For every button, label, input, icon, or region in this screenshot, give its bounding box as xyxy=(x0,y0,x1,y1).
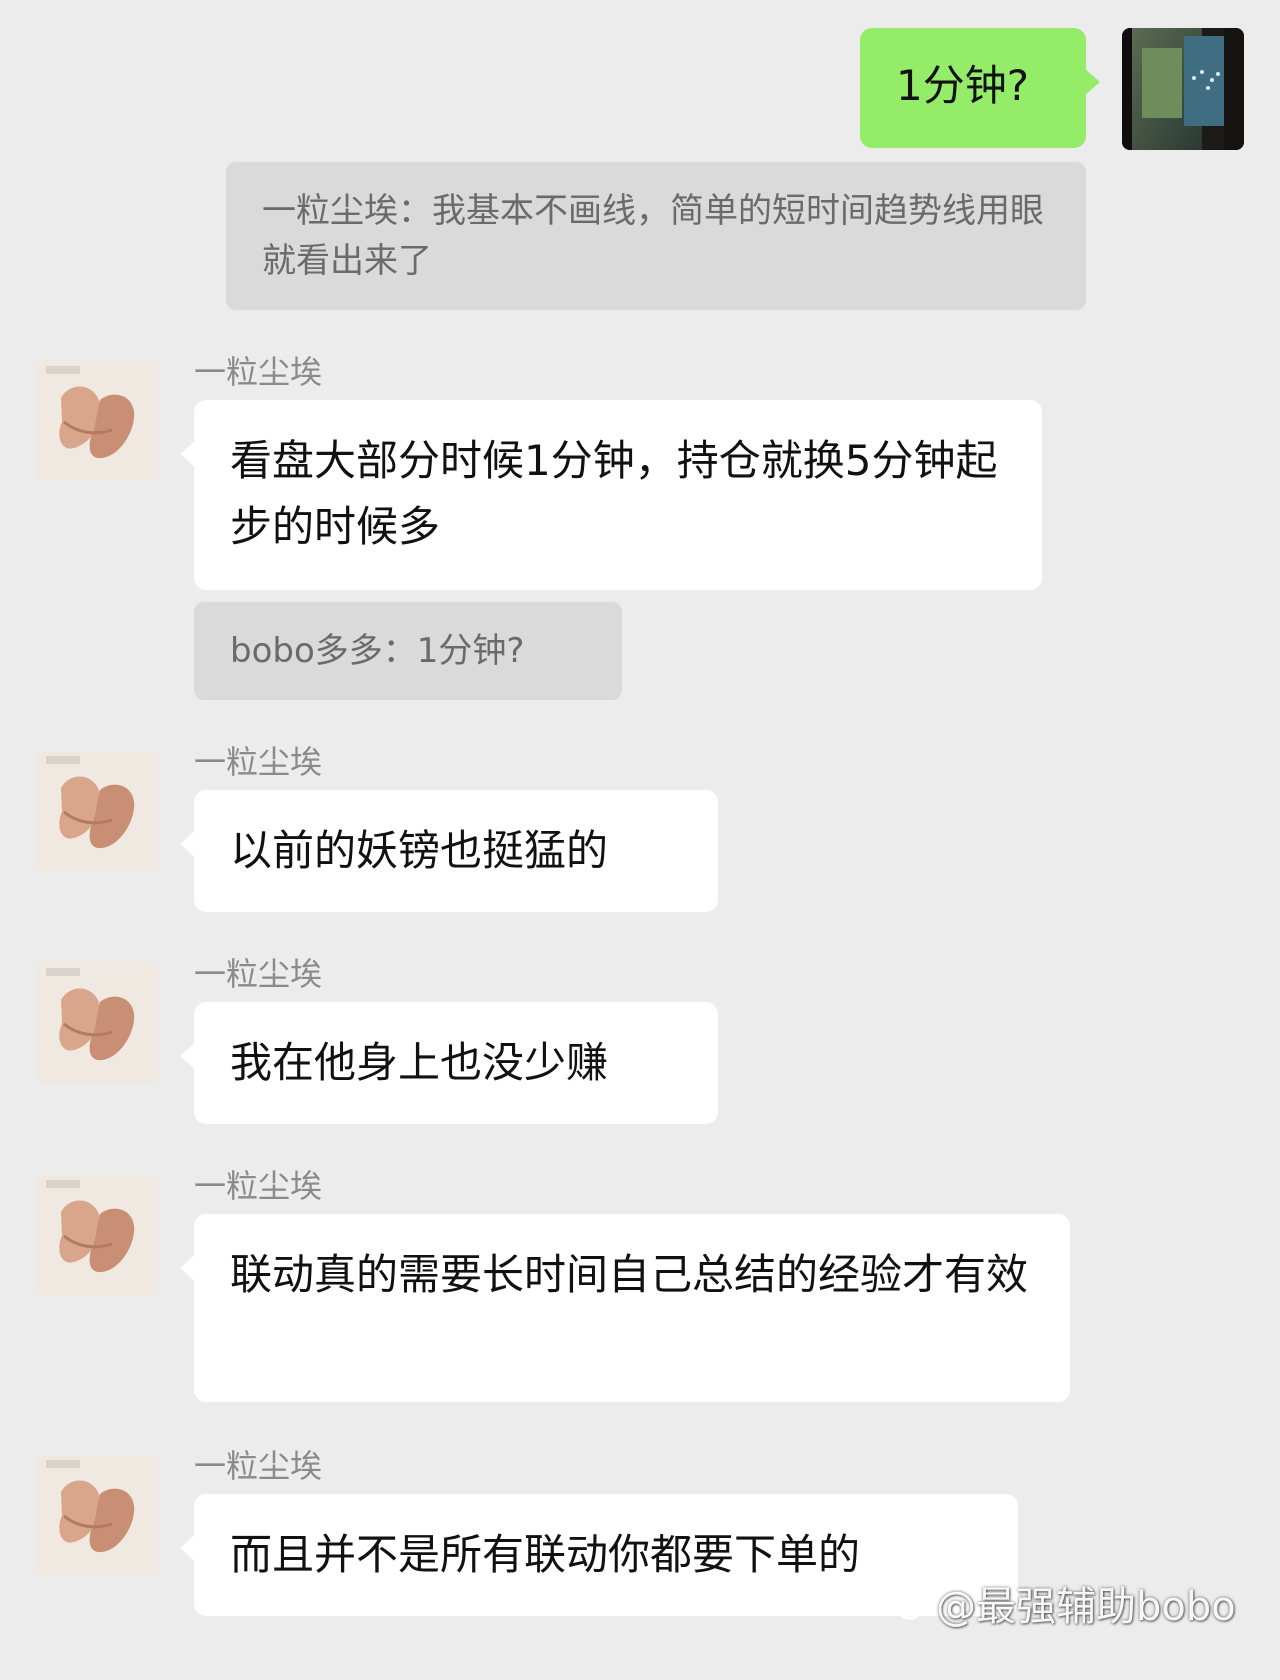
quoted-message[interactable]: 一粒尘埃：我基本不画线，简单的短时间趋势线用眼就看出来了 xyxy=(226,162,1086,310)
contact-avatar[interactable] xyxy=(36,750,158,872)
watermark: @最强辅助bobo xyxy=(890,1582,1236,1632)
self-message-bubble[interactable]: 1分钟? xyxy=(860,28,1100,148)
message-bubble[interactable]: 以前的妖镑也挺猛的 xyxy=(180,790,718,912)
hands-avatar-image xyxy=(36,1454,158,1576)
quoted-message-text: bobo多多：1分钟? xyxy=(230,631,525,671)
hands-avatar-image xyxy=(36,962,158,1084)
watermark-text: @最强辅助bobo xyxy=(936,1584,1236,1630)
contact-avatar[interactable] xyxy=(36,1174,158,1296)
message-text: 看盘大部分时候1分钟，持仓就换5分钟起步的时候多 xyxy=(230,436,998,551)
hands-avatar-image xyxy=(36,750,158,872)
contact-avatar[interactable] xyxy=(36,360,158,482)
quoted-message[interactable]: bobo多多：1分钟? xyxy=(194,602,622,700)
contact-avatar[interactable] xyxy=(36,962,158,1084)
weibo-logo-icon xyxy=(898,1592,928,1620)
message-text: 联动真的需要长时间自己总结的经验才有效 xyxy=(230,1250,1029,1299)
quoted-message-text: 一粒尘埃：我基本不画线，简单的短时间趋势线用眼就看出来了 xyxy=(262,191,1044,281)
hands-avatar-image xyxy=(36,1174,158,1296)
self-message-text: 1分钟? xyxy=(896,61,1030,110)
self-avatar-image xyxy=(1122,28,1244,150)
sender-name: 一粒尘埃 xyxy=(194,1167,323,1205)
message-bubble[interactable]: 看盘大部分时候1分钟，持仓就换5分钟起步的时候多 xyxy=(180,400,1042,590)
self-avatar[interactable] xyxy=(1122,28,1244,150)
message-text: 我在他身上也没少赚 xyxy=(230,1038,609,1087)
message-bubble[interactable]: 联动真的需要长时间自己总结的经验才有效 xyxy=(180,1214,1070,1402)
message-bubble[interactable]: 我在他身上也没少赚 xyxy=(180,1002,718,1124)
hands-avatar-image xyxy=(36,360,158,482)
message-text: 以前的妖镑也挺猛的 xyxy=(230,826,609,875)
sender-name: 一粒尘埃 xyxy=(194,743,323,781)
contact-avatar[interactable] xyxy=(36,1454,158,1576)
sender-name: 一粒尘埃 xyxy=(194,353,323,391)
message-text: 而且并不是所有联动你都要下单的 xyxy=(230,1530,861,1579)
sender-name: 一粒尘埃 xyxy=(194,1447,323,1485)
sender-name: 一粒尘埃 xyxy=(194,955,323,993)
